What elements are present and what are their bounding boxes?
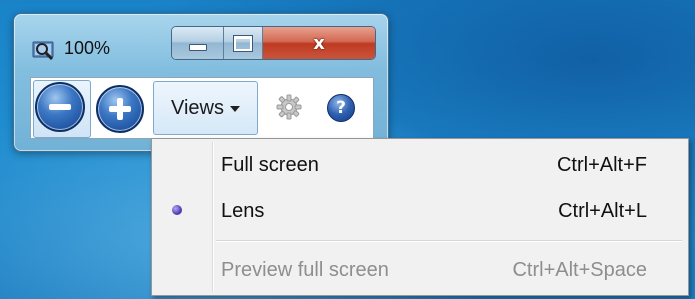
zoom-level-label: 100% — [64, 38, 111, 58]
views-dropdown-button[interactable]: Views — [153, 81, 258, 135]
views-label: Views — [171, 96, 224, 119]
menu-item-shortcut: Ctrl+Alt+F — [556, 154, 647, 176]
menu-item-label: Full screen — [221, 154, 319, 176]
views-menu: Full screen Ctrl+Alt+F Lens Ctrl+Alt+L P… — [151, 138, 689, 296]
menu-item-preview-full-screen: Preview full screen Ctrl+Alt+Space — [155, 248, 685, 292]
radio-selected-icon — [172, 205, 182, 215]
minus-icon — [49, 104, 71, 110]
menu-item-shortcut: Ctrl+Alt+Space — [512, 259, 647, 281]
caption-buttons: x — [171, 26, 376, 60]
gear-icon[interactable] — [276, 94, 302, 120]
maximize-button[interactable] — [224, 27, 263, 59]
menu-item-full-screen[interactable]: Full screen Ctrl+Alt+F — [155, 143, 685, 187]
zoom-in-button[interactable] — [96, 85, 144, 133]
maximize-icon — [233, 34, 253, 52]
chevron-down-icon — [230, 106, 240, 112]
minimize-icon — [188, 43, 207, 51]
menu-item-lens[interactable]: Lens Ctrl+Alt+L — [155, 189, 685, 233]
minimize-button[interactable] — [172, 27, 224, 59]
menu-item-label: Preview full screen — [221, 259, 389, 281]
close-button[interactable]: x — [263, 27, 375, 59]
magnifier-icon — [32, 41, 54, 61]
menu-item-label: Lens — [221, 200, 265, 222]
menu-separator — [216, 240, 682, 242]
magnifier-window: 100% x Views ? — [13, 13, 389, 152]
close-icon: x — [313, 32, 325, 54]
menu-item-shortcut: Ctrl+Alt+L — [558, 200, 647, 222]
plus-icon — [109, 98, 131, 120]
help-icon[interactable]: ? — [327, 94, 355, 122]
help-glyph: ? — [336, 98, 346, 118]
magnifier-toolbar: Views ? — [30, 77, 374, 139]
zoom-out-button[interactable] — [35, 82, 85, 132]
